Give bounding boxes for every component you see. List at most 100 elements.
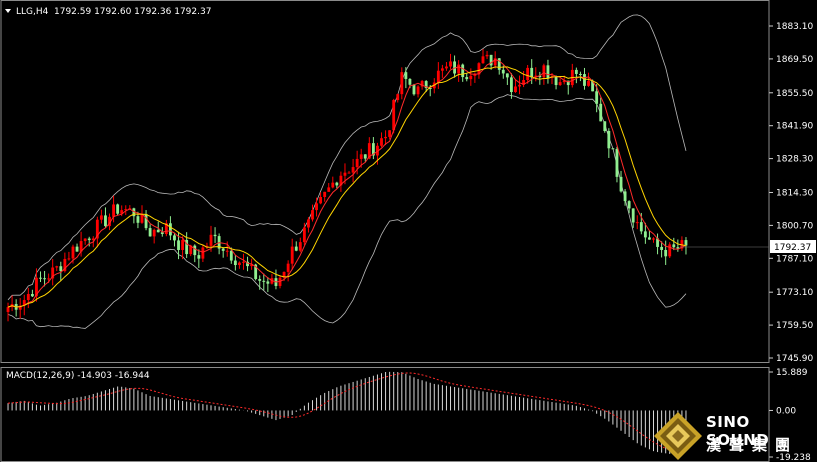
candle-body xyxy=(343,172,347,176)
candle-body xyxy=(83,238,87,242)
candle-body xyxy=(87,238,91,241)
bollinger-lower-line xyxy=(7,94,687,329)
macd-label: MACD(12,26,9) -14.903 -16.944 xyxy=(6,371,150,381)
candle-body xyxy=(266,281,270,284)
candle-body xyxy=(6,307,10,312)
candle-body xyxy=(660,246,664,250)
candle-body xyxy=(156,229,160,233)
candle-body xyxy=(465,77,469,80)
candle-body xyxy=(298,242,302,251)
bollinger-bands xyxy=(7,14,687,329)
candle-body xyxy=(436,70,440,83)
candle-body xyxy=(242,261,245,263)
candle-body xyxy=(611,148,615,150)
candle-body xyxy=(112,204,115,217)
candle-body xyxy=(323,191,327,197)
candle-body xyxy=(221,248,225,251)
price-tick-label: 1800.70 xyxy=(776,221,813,231)
candle-body xyxy=(168,223,172,236)
candle-body xyxy=(554,76,558,86)
candle-body xyxy=(526,67,530,81)
candle-body xyxy=(505,73,509,78)
candle-body xyxy=(558,82,562,86)
price-tick-label: 1855.50 xyxy=(776,89,813,99)
candle-body xyxy=(607,130,611,149)
candle-body xyxy=(481,56,485,64)
candle-body xyxy=(501,69,505,74)
candle-body xyxy=(104,215,107,227)
logo-text-cn: 漢聲集團 xyxy=(706,436,799,454)
candle-body xyxy=(587,80,590,86)
candle-body xyxy=(47,278,51,280)
candle-body xyxy=(290,246,294,264)
price-tick-label: 1869.50 xyxy=(776,55,813,65)
candle-body xyxy=(335,182,339,186)
price-chart: LLG,H4 1792.59 1792.60 1792.36 1792.37 1… xyxy=(0,0,816,462)
candle-body xyxy=(71,246,75,259)
symbol-label: LLG,H4 xyxy=(16,7,49,17)
price-tick-label: 1773.10 xyxy=(776,288,813,298)
price-tick-label: 1759.50 xyxy=(776,321,813,331)
candle-body xyxy=(449,61,452,67)
candle-body xyxy=(599,103,603,122)
candle-body xyxy=(400,72,404,95)
candle-body xyxy=(514,86,517,93)
candle-body xyxy=(351,167,355,173)
candle-body xyxy=(148,228,152,237)
price-tick-label: 1814.30 xyxy=(776,188,813,198)
candle-body xyxy=(603,121,607,131)
candle-body xyxy=(542,65,546,78)
candle-body xyxy=(347,172,351,174)
candle-body xyxy=(672,244,676,248)
candle-body xyxy=(201,247,205,259)
candle-body xyxy=(258,279,262,281)
candle-body xyxy=(307,219,310,228)
candle-body xyxy=(648,237,651,240)
price-tick-label: 1787.10 xyxy=(776,254,813,264)
candle-body xyxy=(75,246,79,252)
candle-body xyxy=(595,91,599,104)
candle-body xyxy=(631,208,635,223)
candle-body xyxy=(497,58,501,70)
candle-body xyxy=(311,210,314,220)
candle-body xyxy=(574,69,578,74)
candle-body xyxy=(302,227,306,243)
candle-body xyxy=(412,84,416,95)
candle-body xyxy=(583,74,586,86)
candle-body xyxy=(639,222,643,232)
macd-tick-label: 15.889 xyxy=(776,368,808,378)
diamond-logo-icon xyxy=(654,412,702,460)
candle-body xyxy=(181,239,185,250)
ohlc-readout: 1792.59 1792.60 1792.36 1792.37 xyxy=(54,7,211,17)
candle-body xyxy=(144,213,148,229)
moving-averages xyxy=(7,59,687,308)
symbol-dropdown-icon[interactable] xyxy=(5,9,11,13)
candle-body xyxy=(294,246,298,251)
candle-body xyxy=(355,158,359,168)
candle-body xyxy=(530,67,534,78)
candle-body xyxy=(416,86,420,95)
candle-body xyxy=(136,216,140,223)
candle-body xyxy=(319,196,323,204)
candle-body xyxy=(209,234,213,246)
candle-body xyxy=(445,66,448,69)
candle-body xyxy=(380,138,383,146)
bollinger-upper-line xyxy=(7,14,687,301)
candle-body xyxy=(440,68,444,71)
current-price-label: 1792.37 xyxy=(774,243,811,253)
candle-body xyxy=(39,277,42,279)
candle-body xyxy=(315,203,318,211)
candle-body xyxy=(485,54,489,57)
candle-body xyxy=(177,240,180,250)
price-tick-label: 1745.90 xyxy=(776,354,813,364)
candlesticks xyxy=(6,49,688,322)
candle-body xyxy=(668,244,672,257)
sino-sound-logo: SINO SOUND 漢聲集團 xyxy=(652,410,817,462)
macd-signal-line xyxy=(7,372,687,453)
candle-body xyxy=(363,154,367,159)
candle-body xyxy=(457,64,461,74)
candle-body xyxy=(213,234,217,237)
candle-body xyxy=(233,260,237,266)
candle-body xyxy=(99,215,103,220)
candle-body xyxy=(327,187,331,192)
